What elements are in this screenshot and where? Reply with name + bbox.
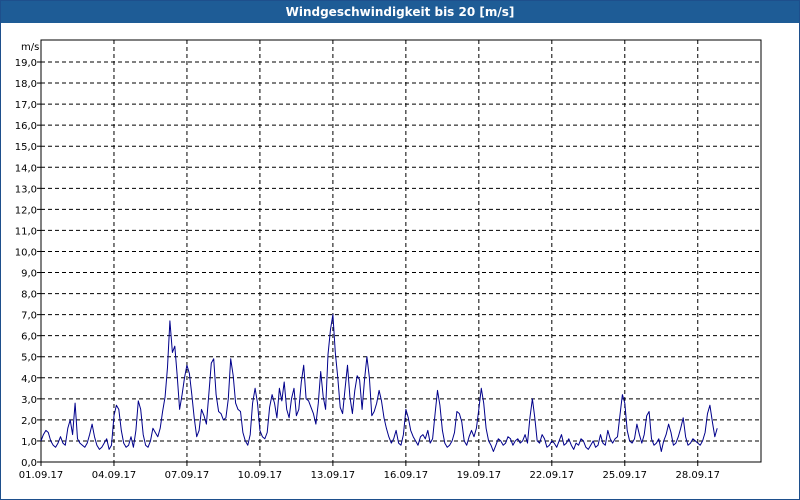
- y-tick-label: 17,0: [15, 100, 37, 111]
- x-tick-label: 28.09.17: [675, 470, 720, 481]
- x-tick-label: 19.09.17: [457, 470, 502, 481]
- y-tick-label: 14,0: [15, 163, 37, 174]
- wind-speed-chart: 0,0 1,0 2,0 3,0 4,0 5,0 6,0 7,0 8,0 9,0 10,0 11,0 12…: [15, 39, 762, 481]
- y-tick-label: 3,0: [21, 395, 37, 406]
- y-tick-label: 9,0: [21, 269, 37, 280]
- series-layer: [40, 314, 718, 452]
- y-tick-label: 8,0: [21, 290, 37, 301]
- y-tick-label: 5,0: [21, 353, 37, 364]
- x-tick-label: 07.09.17: [165, 470, 210, 481]
- y-tick-label: 13,0: [15, 184, 37, 195]
- y-tick-label: 0,0: [21, 458, 37, 469]
- y-tick-label: 15,0: [15, 142, 37, 153]
- x-tick-label: 10.09.17: [238, 470, 283, 481]
- x-tick-label: 16.09.17: [384, 470, 429, 481]
- y-tick-label: 1,0: [21, 437, 37, 448]
- y-tick-label: 4,0: [21, 374, 37, 385]
- x-tick-label: 04.09.17: [92, 470, 137, 481]
- x-tick-label: 01.09.17: [19, 470, 64, 481]
- x-axis-ticks: 01.09.17 04.09.17 07.09.17 10.09.17 13.09.17…: [19, 462, 720, 481]
- y-axis-label: m/s: [21, 42, 39, 53]
- y-tick-label: 6,0: [21, 332, 37, 343]
- y-tick-label: 19,0: [15, 58, 37, 69]
- y-tick-label: 16,0: [15, 121, 37, 132]
- y-tick-label: 10,0: [15, 247, 37, 258]
- y-tick-label: 12,0: [15, 205, 37, 216]
- y-axis-ticks: 0,0 1,0 2,0 3,0 4,0 5,0 6,0 7,0 8,0 9,0 10,0 11,0 12…: [15, 58, 41, 469]
- x-tick-label: 13.09.17: [311, 470, 356, 481]
- y-tick-label: 7,0: [21, 311, 37, 322]
- x-tick-label: 22.09.17: [530, 470, 575, 481]
- chart-window: Windgeschwindigkeit bis 20 [m/s] 0,0 1,0 2…: [0, 0, 800, 500]
- y-tick-label: 11,0: [15, 226, 37, 237]
- y-tick-label: 2,0: [21, 416, 37, 427]
- grid-lines: [41, 40, 761, 462]
- wind-speed-line: [40, 314, 718, 452]
- x-tick-label: 25.09.17: [603, 470, 648, 481]
- y-tick-label: 18,0: [15, 79, 37, 90]
